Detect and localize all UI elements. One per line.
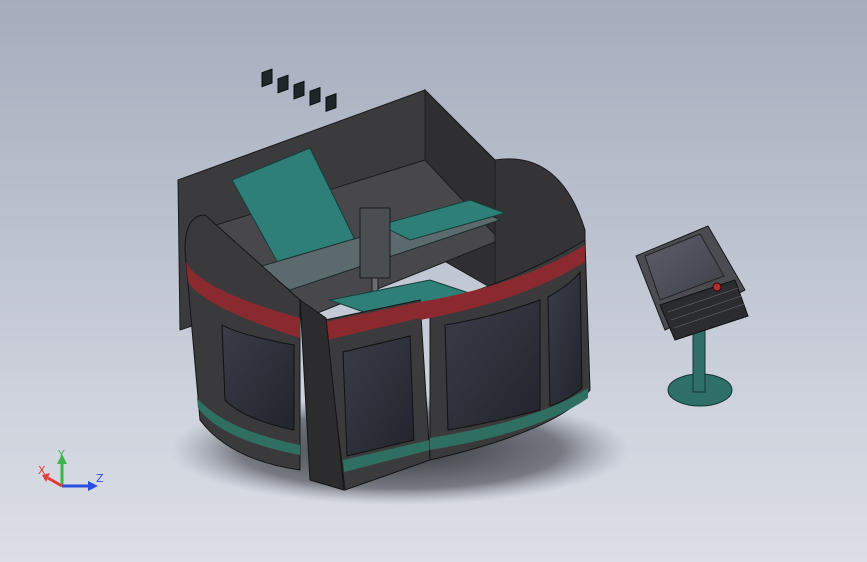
emergency-stop-button[interactable]	[712, 282, 722, 292]
cad-model-view[interactable]	[0, 0, 867, 562]
axis-y-label: Y	[57, 448, 65, 461]
model-viewport[interactable]: Y Z X	[0, 0, 867, 562]
axis-triad: Y Z X	[38, 448, 104, 491]
tool-changer-rack	[261, 68, 337, 113]
control-panel[interactable]	[635, 225, 749, 407]
window-door	[342, 335, 415, 457]
control-panel-pole	[692, 329, 706, 393]
axis-x-line	[47, 476, 63, 488]
axis-x-label: X	[38, 464, 46, 477]
spindle-head	[359, 207, 391, 279]
axis-z-label: Z	[96, 472, 104, 485]
